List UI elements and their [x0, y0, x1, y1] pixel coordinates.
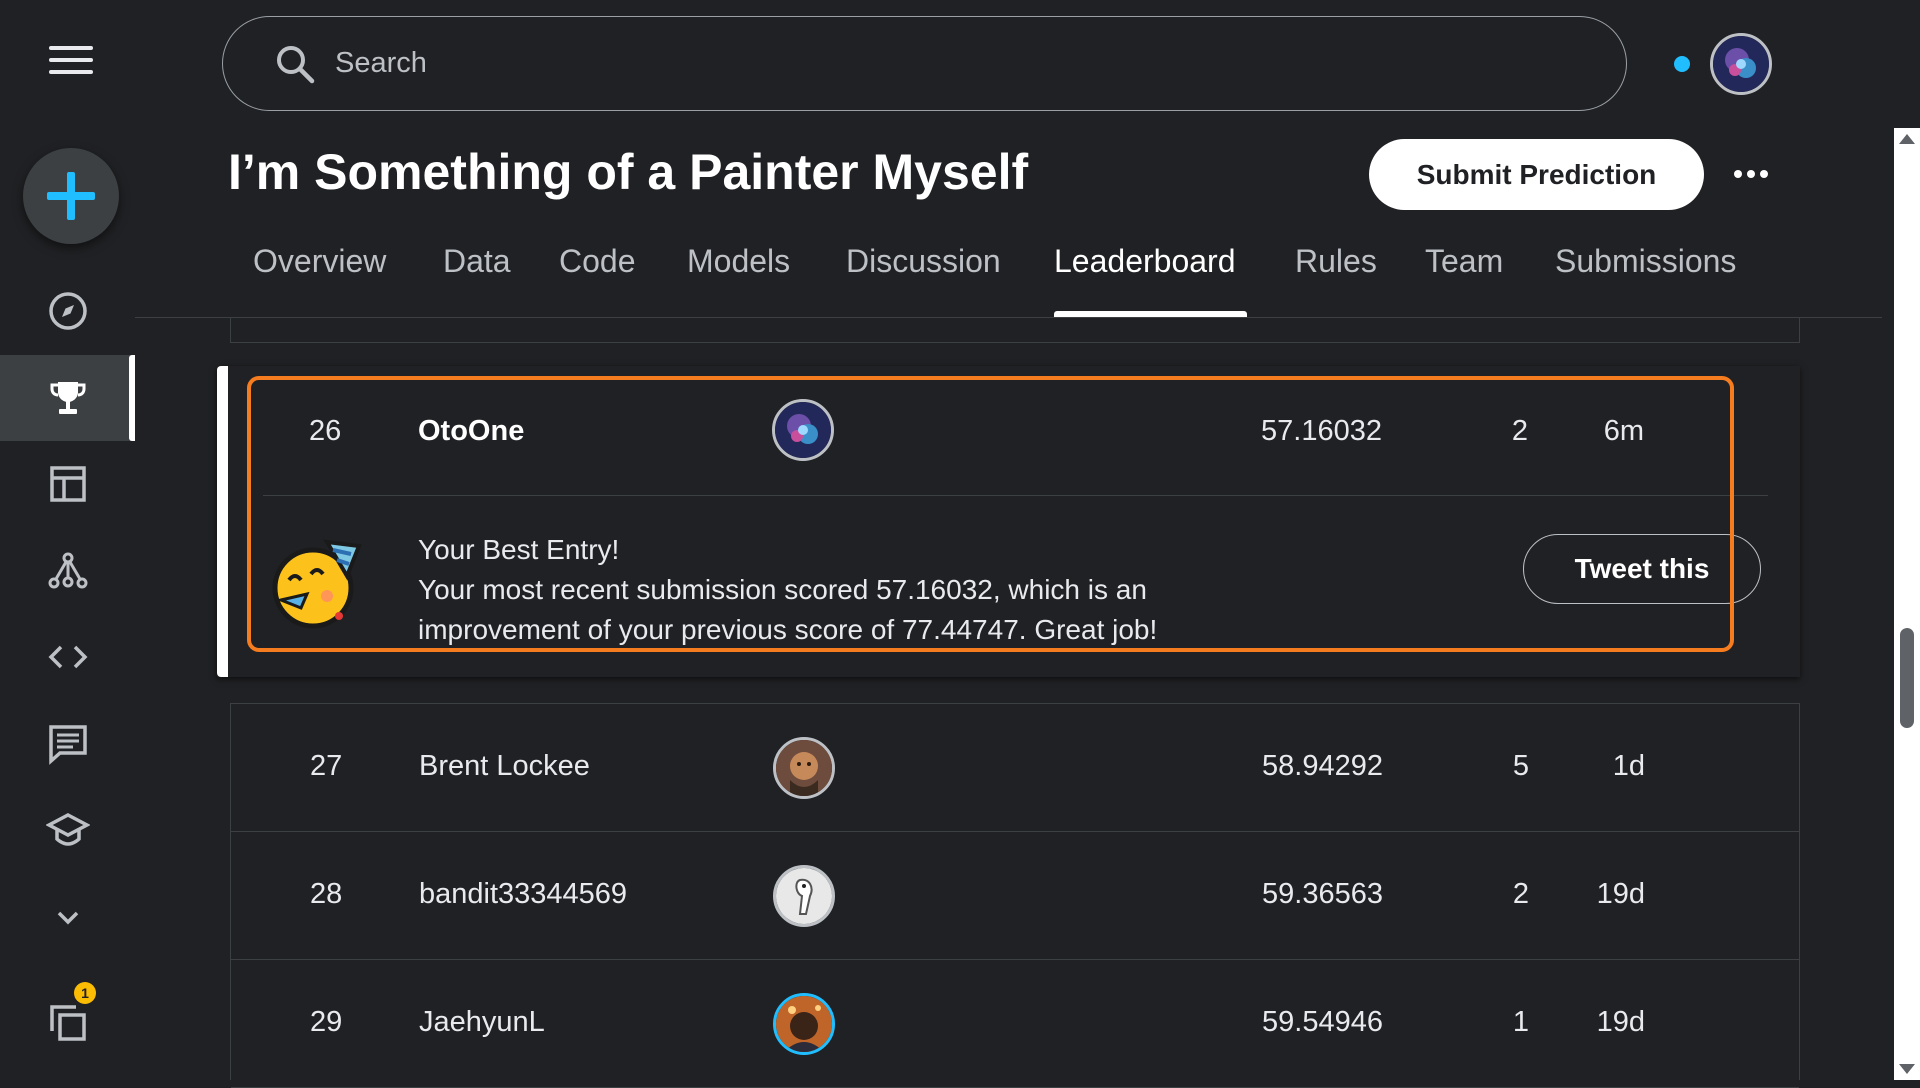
score-cell: 58.94292: [1262, 750, 1383, 782]
leaderboard-previous-row: [230, 318, 1800, 343]
table-icon: [49, 466, 86, 502]
models-icon: [48, 552, 87, 589]
submit-prediction-button[interactable]: Submit Prediction: [1369, 139, 1704, 210]
last-cell: 19d: [1596, 878, 1645, 910]
score-cell: 59.36563: [1262, 878, 1383, 910]
tweet-this-button[interactable]: Tweet this: [1523, 534, 1761, 604]
sidebar-item-datasets[interactable]: [0, 441, 135, 527]
best-entry-message: Your Best Entry! Your most recent submis…: [418, 530, 1157, 650]
stacked-copies-icon: [49, 1005, 86, 1041]
last-cell: 19d: [1596, 1006, 1645, 1038]
best-entry-avatar[interactable]: [772, 399, 834, 461]
notification-badge: 1: [74, 982, 96, 1004]
menu-icon[interactable]: [49, 46, 93, 80]
plus-icon: [47, 172, 95, 220]
entries-cell: 1: [1512, 1006, 1530, 1038]
search-bar[interactable]: Search: [222, 16, 1627, 111]
avatar-image: [775, 402, 831, 458]
notification-dot: [1674, 56, 1690, 72]
current-user-marker: [217, 366, 228, 677]
sidebar-item-models[interactable]: [0, 528, 135, 614]
page-title: I’m Something of a Painter Myself: [228, 144, 1029, 200]
code-icon: [48, 645, 87, 669]
best-entry-team[interactable]: OtoOne: [418, 415, 524, 448]
tab-leaderboard[interactable]: Leaderboard: [1054, 243, 1247, 317]
more-options-icon[interactable]: [1734, 160, 1774, 188]
avatar-image: [776, 740, 832, 796]
table-row[interactable]: 29 JaehyunL 59.54946 1 19d: [231, 960, 1799, 1088]
sidebar-item-your-work[interactable]: [0, 980, 135, 1066]
team-cell[interactable]: JaehyunL: [419, 1006, 545, 1039]
score-cell: 59.54946: [1262, 1006, 1383, 1038]
tab-discussion[interactable]: Discussion: [846, 243, 1001, 317]
create-button[interactable]: [23, 148, 119, 244]
tab-models[interactable]: Models: [687, 243, 790, 317]
best-entry-title: Your Best Entry!: [418, 534, 620, 565]
avatar-image: [1713, 36, 1769, 92]
party-face-icon: [267, 536, 363, 632]
tab-code[interactable]: Code: [559, 243, 636, 317]
avatar-image: [776, 868, 832, 924]
scroll-down-icon[interactable]: [1899, 1064, 1915, 1074]
sidebar-item-more[interactable]: [0, 874, 135, 960]
scroll-up-icon[interactable]: [1899, 134, 1915, 144]
last-cell: 1d: [1612, 750, 1645, 782]
entries-cell: 2: [1512, 878, 1530, 910]
search-input[interactable]: Search: [335, 47, 427, 80]
sidebar-item-leaderboard[interactable]: [0, 355, 135, 441]
rank-cell: 28: [310, 878, 343, 910]
page-scrollbar[interactable]: [1894, 128, 1920, 1080]
avatar-image: [776, 996, 832, 1052]
best-entry-line-2: improvement of your previous score of 77…: [418, 614, 1158, 645]
search-icon: [277, 45, 315, 83]
tab-overview[interactable]: Overview: [253, 243, 386, 317]
table-row[interactable]: 28 bandit33344569 59.36563 2 19d: [231, 832, 1799, 960]
best-entry-score: 57.16032: [1261, 415, 1382, 447]
compass-icon: [48, 292, 87, 330]
sidebar-item-competitions[interactable]: [0, 268, 135, 354]
best-entry-divider: [263, 495, 1768, 496]
team-avatar[interactable]: [773, 865, 835, 927]
tab-submissions[interactable]: Submissions: [1555, 243, 1736, 317]
best-entry-last: 6m: [1603, 415, 1644, 447]
trophy-icon: [50, 382, 85, 414]
tab-team[interactable]: Team: [1425, 243, 1503, 317]
school-icon: [45, 813, 90, 846]
rank-cell: 29: [310, 1006, 343, 1038]
team-avatar[interactable]: [773, 993, 835, 1055]
leaderboard-table: 27 Brent Lockee 58.94292 5 1d 28 bandit3…: [230, 703, 1800, 1088]
scroll-thumb[interactable]: [1900, 628, 1914, 728]
user-avatar[interactable]: [1710, 33, 1772, 95]
discussion-icon: [48, 725, 87, 765]
sidebar-item-discussions[interactable]: [0, 701, 135, 787]
sidebar: 1: [0, 0, 135, 1080]
sidebar-item-code[interactable]: [0, 614, 135, 700]
best-entry-entries: 2: [1511, 415, 1529, 447]
team-cell[interactable]: Brent Lockee: [419, 750, 590, 783]
chevron-down-icon: [57, 911, 78, 925]
team-cell[interactable]: bandit33344569: [419, 878, 627, 911]
tab-rules[interactable]: Rules: [1295, 243, 1377, 317]
entries-cell: 5: [1512, 750, 1530, 782]
tab-data[interactable]: Data: [443, 243, 511, 317]
sidebar-item-learn[interactable]: [0, 787, 135, 873]
best-entry-line-1: Your most recent submission scored 57.16…: [418, 574, 1147, 605]
team-avatar[interactable]: [773, 737, 835, 799]
best-entry-rank: 26: [309, 415, 342, 447]
table-row[interactable]: 27 Brent Lockee 58.94292 5 1d: [231, 704, 1799, 832]
rank-cell: 27: [310, 750, 343, 782]
